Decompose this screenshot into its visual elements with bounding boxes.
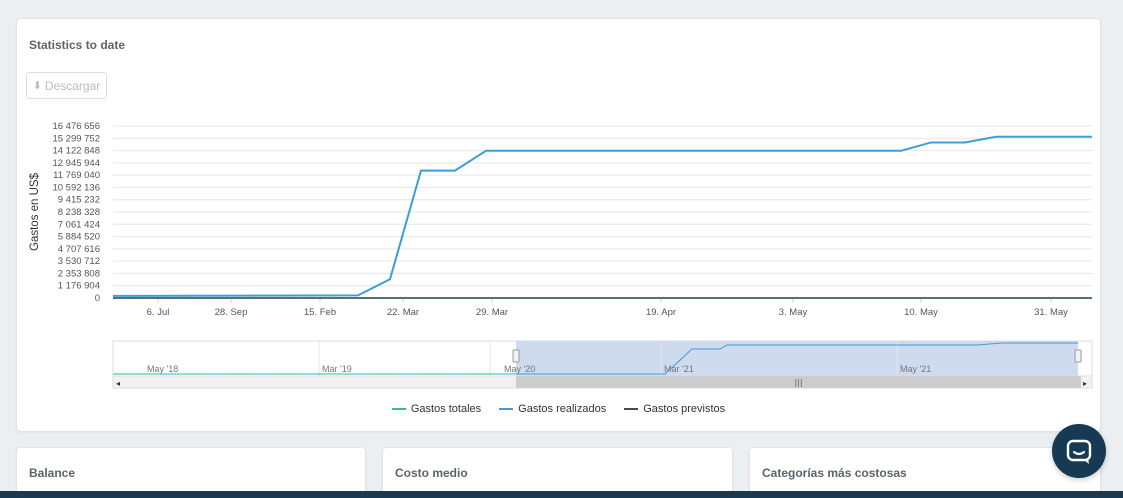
- y-tick-label: 3 530 712: [58, 256, 100, 267]
- legend-label-previstos: Gastos previstos: [643, 403, 726, 415]
- navigator-handle-left: [512, 349, 520, 363]
- legend-item-gastos-previstos[interactable]: Gastos previstos: [624, 403, 725, 415]
- navigator-selection: [516, 341, 1078, 376]
- line-chart[interactable]: 01 176 904 2 353 8083 530 7124 707 6165 8…: [17, 19, 1102, 433]
- x-tick-label: 6. Jul: [147, 307, 170, 318]
- statistics-card: Statistics to date ⬇ Descargar 01 176 90…: [16, 18, 1101, 432]
- x-tick-label: 29. Mar: [476, 307, 508, 318]
- y-tick-label: 15 299 752: [52, 133, 100, 144]
- y-tick-label: 1 176 904: [58, 281, 100, 292]
- x-tick-label: 10. May: [904, 307, 938, 318]
- y-tick-label: 9 415 232: [58, 195, 100, 206]
- navigator-label: May '20: [504, 364, 535, 374]
- navigator-label: May '18: [147, 364, 178, 374]
- categorias-title: Categorías más costosas: [762, 466, 907, 480]
- legend-item-gastos-realizados[interactable]: Gastos realizados: [499, 403, 606, 415]
- scrollbar-right-arrow[interactable]: ▸: [1083, 379, 1087, 388]
- balance-title: Balance: [29, 466, 76, 480]
- y-tick-label: 0: [95, 293, 100, 304]
- series-line-gastos-realizados: [112, 135, 1092, 297]
- y-axis-title: Gastos en US$: [29, 172, 41, 251]
- x-tick-label: 3. May: [779, 307, 808, 318]
- scrollbar-left-arrow[interactable]: ◂: [116, 379, 120, 388]
- y-tick-label: 14 122 848: [52, 146, 100, 157]
- y-tick-label: 2 353 808: [58, 268, 100, 279]
- costo-medio-title: Costo medio: [395, 466, 468, 480]
- chat-bubble-icon: [1066, 439, 1092, 464]
- navigator-label: May '21: [900, 364, 931, 374]
- y-tick-label: 7 061 424: [58, 219, 100, 230]
- chart-legend: Gastos totales Gastos realizados Gastos …: [17, 403, 1100, 415]
- x-tick-label: 22. Mar: [387, 307, 419, 318]
- navigator-handle-right: [1074, 349, 1082, 363]
- scrollbar-grip-icon: |||: [794, 378, 802, 387]
- y-tick-label: 10 592 136: [52, 182, 100, 193]
- navigator-label: Mar '21: [664, 364, 694, 374]
- legend-swatch-previstos: [624, 408, 639, 410]
- legend-swatch-totales: [391, 408, 406, 410]
- legend-label-realizados: Gastos realizados: [518, 403, 607, 415]
- x-tick-label: 19. Apr: [646, 307, 676, 318]
- y-tick-label: 5 884 520: [58, 232, 100, 243]
- x-tick-label: 31. May: [1034, 307, 1068, 318]
- x-tick-label: 28. Sep: [215, 307, 248, 318]
- y-tick-label: 12 945 944: [52, 158, 100, 169]
- legend-item-gastos-totales[interactable]: Gastos totales: [391, 403, 482, 415]
- y-tick-label: 8 238 328: [58, 207, 100, 218]
- x-tick-label: 15. Feb: [304, 307, 336, 318]
- chat-button[interactable]: [1052, 424, 1106, 478]
- footer-bar: [0, 491, 1123, 498]
- y-tick-label: 4 707 616: [58, 244, 100, 255]
- legend-swatch-realizados: [499, 408, 514, 410]
- navigator-label: Mar '19: [322, 364, 352, 374]
- legend-label-totales: Gastos totales: [410, 403, 482, 415]
- y-tick-label: 16 476 656: [52, 121, 100, 132]
- y-tick-label: 11 769 040: [53, 170, 100, 181]
